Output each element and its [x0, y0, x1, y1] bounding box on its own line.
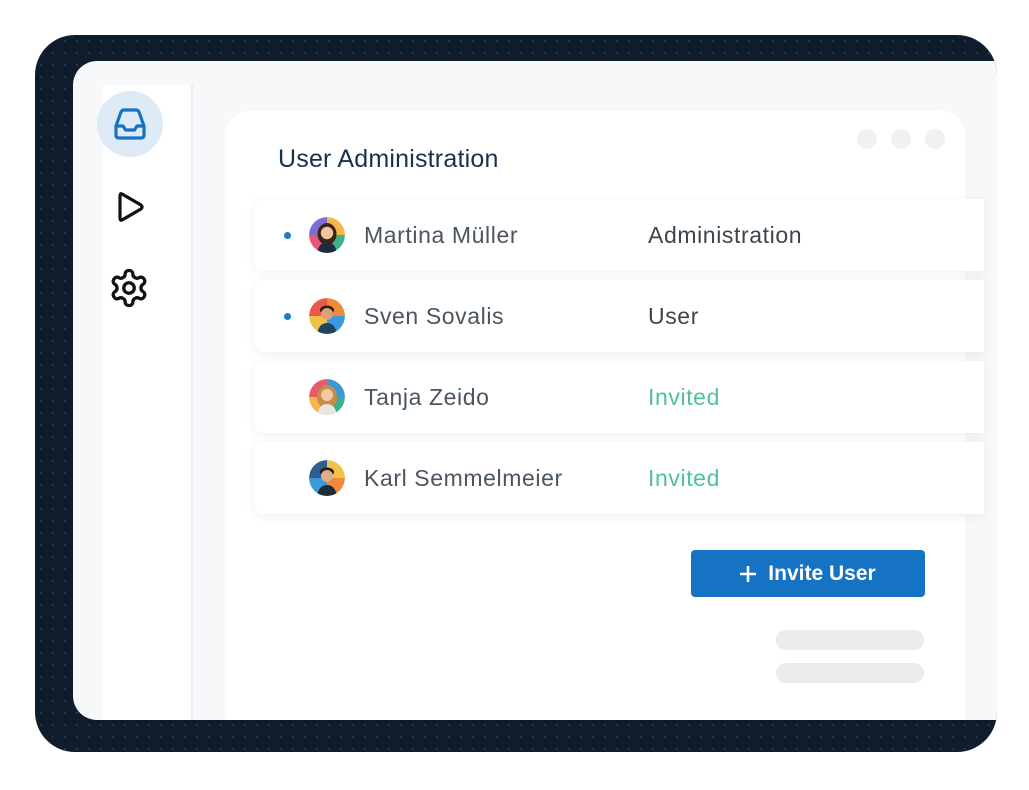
play-icon: [118, 192, 144, 222]
avatar: [309, 217, 345, 253]
sidebar: [97, 85, 193, 720]
user-row[interactable]: Karl Semmelmeier Invited: [254, 442, 984, 514]
avatar: [309, 460, 345, 496]
window-dot[interactable]: [925, 129, 945, 149]
status-dot: [284, 313, 291, 320]
page-title: User Administration: [278, 145, 499, 173]
sidebar-item-play[interactable]: [97, 174, 163, 240]
sidebar-item-inbox[interactable]: [97, 91, 163, 157]
app-window: User Administration Martina Müller Admin…: [73, 61, 997, 720]
sidebar-item-settings[interactable]: [96, 255, 162, 321]
window-controls: [857, 129, 945, 149]
user-admin-panel: User Administration Martina Müller Admin…: [225, 111, 984, 720]
invite-user-button[interactable]: Invite User: [691, 550, 925, 597]
skeleton-line: [776, 630, 924, 650]
user-list: Martina Müller Administration Sven Soval…: [254, 199, 984, 523]
user-name: Tanja Zeido: [364, 383, 490, 410]
user-role: User: [648, 302, 699, 329]
user-row[interactable]: Sven Sovalis User: [254, 280, 984, 352]
plus-icon: [740, 565, 757, 582]
user-row[interactable]: Martina Müller Administration: [254, 199, 984, 271]
skeleton-line: [776, 663, 924, 683]
user-row[interactable]: Tanja Zeido Invited: [254, 361, 984, 433]
user-name: Sven Sovalis: [364, 302, 505, 329]
inbox-icon: [114, 108, 146, 140]
avatar: [309, 298, 345, 334]
user-role: Invited: [648, 464, 720, 491]
user-name: Martina Müller: [364, 221, 519, 248]
user-role: Administration: [648, 221, 803, 248]
window-dot[interactable]: [891, 129, 911, 149]
user-role: Invited: [648, 383, 720, 410]
window-dot[interactable]: [857, 129, 877, 149]
invite-user-label: Invite User: [768, 561, 876, 585]
gear-icon: [111, 268, 147, 308]
avatar: [309, 379, 345, 415]
user-name: Karl Semmelmeier: [364, 464, 563, 491]
app-frame: User Administration Martina Müller Admin…: [35, 35, 997, 752]
status-dot: [284, 232, 291, 239]
